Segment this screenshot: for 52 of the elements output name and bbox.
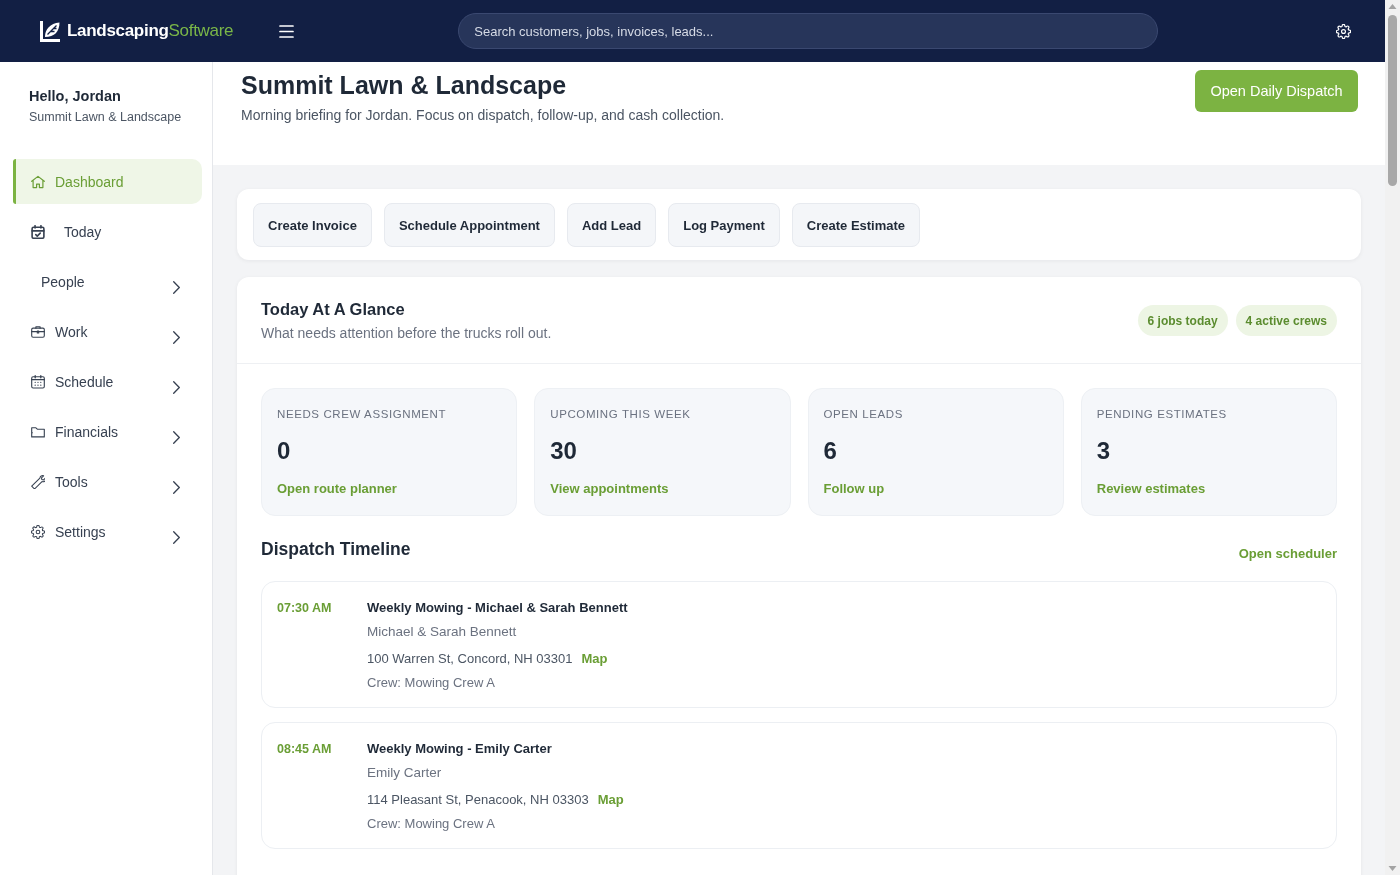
folder-icon <box>31 424 45 439</box>
wrench-icon <box>31 474 45 489</box>
stat-label: NEEDS CREW ASSIGNMENT <box>277 407 447 422</box>
sidebar-item[interactable]: Settings <box>13 509 202 554</box>
home-icon <box>31 174 45 189</box>
sidebar-item[interactable]: Today <box>13 209 202 254</box>
company-name: Summit Lawn & Landscape <box>29 110 182 125</box>
page-title: Summit Lawn & Landscape <box>241 70 567 100</box>
job-time: 08:45 AM <box>277 741 332 758</box>
greeting: Hello, Jordan <box>29 88 121 105</box>
stat-value: 30 <box>550 437 577 465</box>
page-subtitle: Morning briefing for Jordan. Focus on dispatch, follow-up, and cash collection. <box>241 107 725 124</box>
stat-label: UPCOMING THIS WEEK <box>550 407 691 422</box>
search-field[interactable]: Search customers, jobs, invoices, leads... <box>458 13 1159 49</box>
job-address: 100 Warren St, Concord, NH 03301 <box>367 650 573 668</box>
logo-text: LandscapingSoftware <box>67 21 234 41</box>
sidebar-item[interactable]: Schedule <box>13 359 202 404</box>
sidebar-item[interactable]: People <box>13 259 202 304</box>
scrollbar[interactable] <box>1385 0 1400 875</box>
settings-icon <box>31 524 45 539</box>
stat-value: 0 <box>277 437 291 465</box>
job-address: 114 Pleasant St, Penacook, NH 03303 <box>367 791 589 809</box>
stat-label: OPEN LEADS <box>823 407 903 422</box>
job-title: Weekly Mowing - Emily Carter <box>367 740 552 758</box>
logo-icon <box>40 20 60 42</box>
quick-action-button[interactable]: Create Invoice <box>253 203 372 247</box>
customer-name: Michael & Sarah Bennett <box>367 623 517 641</box>
menu-icon[interactable] <box>279 24 295 38</box>
crew-label: Crew: Mowing Crew A <box>367 674 495 692</box>
section-title: Today At A Glance <box>261 298 405 319</box>
calendar-check-icon <box>31 224 45 239</box>
quick-action-button[interactable]: Create Estimate <box>791 203 921 247</box>
badge: 6 jobs today <box>1137 305 1228 336</box>
sidebar-item[interactable]: Work <box>13 309 202 354</box>
job-title: Weekly Mowing - Michael & Sarah Bennett <box>367 599 628 617</box>
sidebar-item[interactable]: Financials <box>13 409 202 454</box>
stat-value: 6 <box>823 437 837 465</box>
crew-label: Crew: Mowing Crew A <box>367 815 495 833</box>
stat-label: PENDING ESTIMATES <box>1096 407 1227 422</box>
section-subtitle: What needs attention before the trucks roll out. <box>261 324 552 342</box>
quick-action-button[interactable]: Add Lead <box>566 203 657 247</box>
quick-action-button[interactable]: Schedule Appointment <box>383 203 555 247</box>
customer-name: Emily Carter <box>367 764 442 782</box>
stat-value: 3 <box>1096 437 1111 465</box>
sidebar-item[interactable]: Tools <box>13 459 202 504</box>
calendar-icon <box>31 374 45 389</box>
quick-action-button[interactable]: Log Payment <box>668 203 780 247</box>
badge: 4 active crews <box>1235 305 1337 336</box>
settings-icon[interactable] <box>1336 23 1351 39</box>
job-time: 07:30 AM <box>277 600 332 617</box>
section-title: Dispatch Timeline <box>261 538 411 560</box>
briefcase-icon <box>31 324 45 339</box>
